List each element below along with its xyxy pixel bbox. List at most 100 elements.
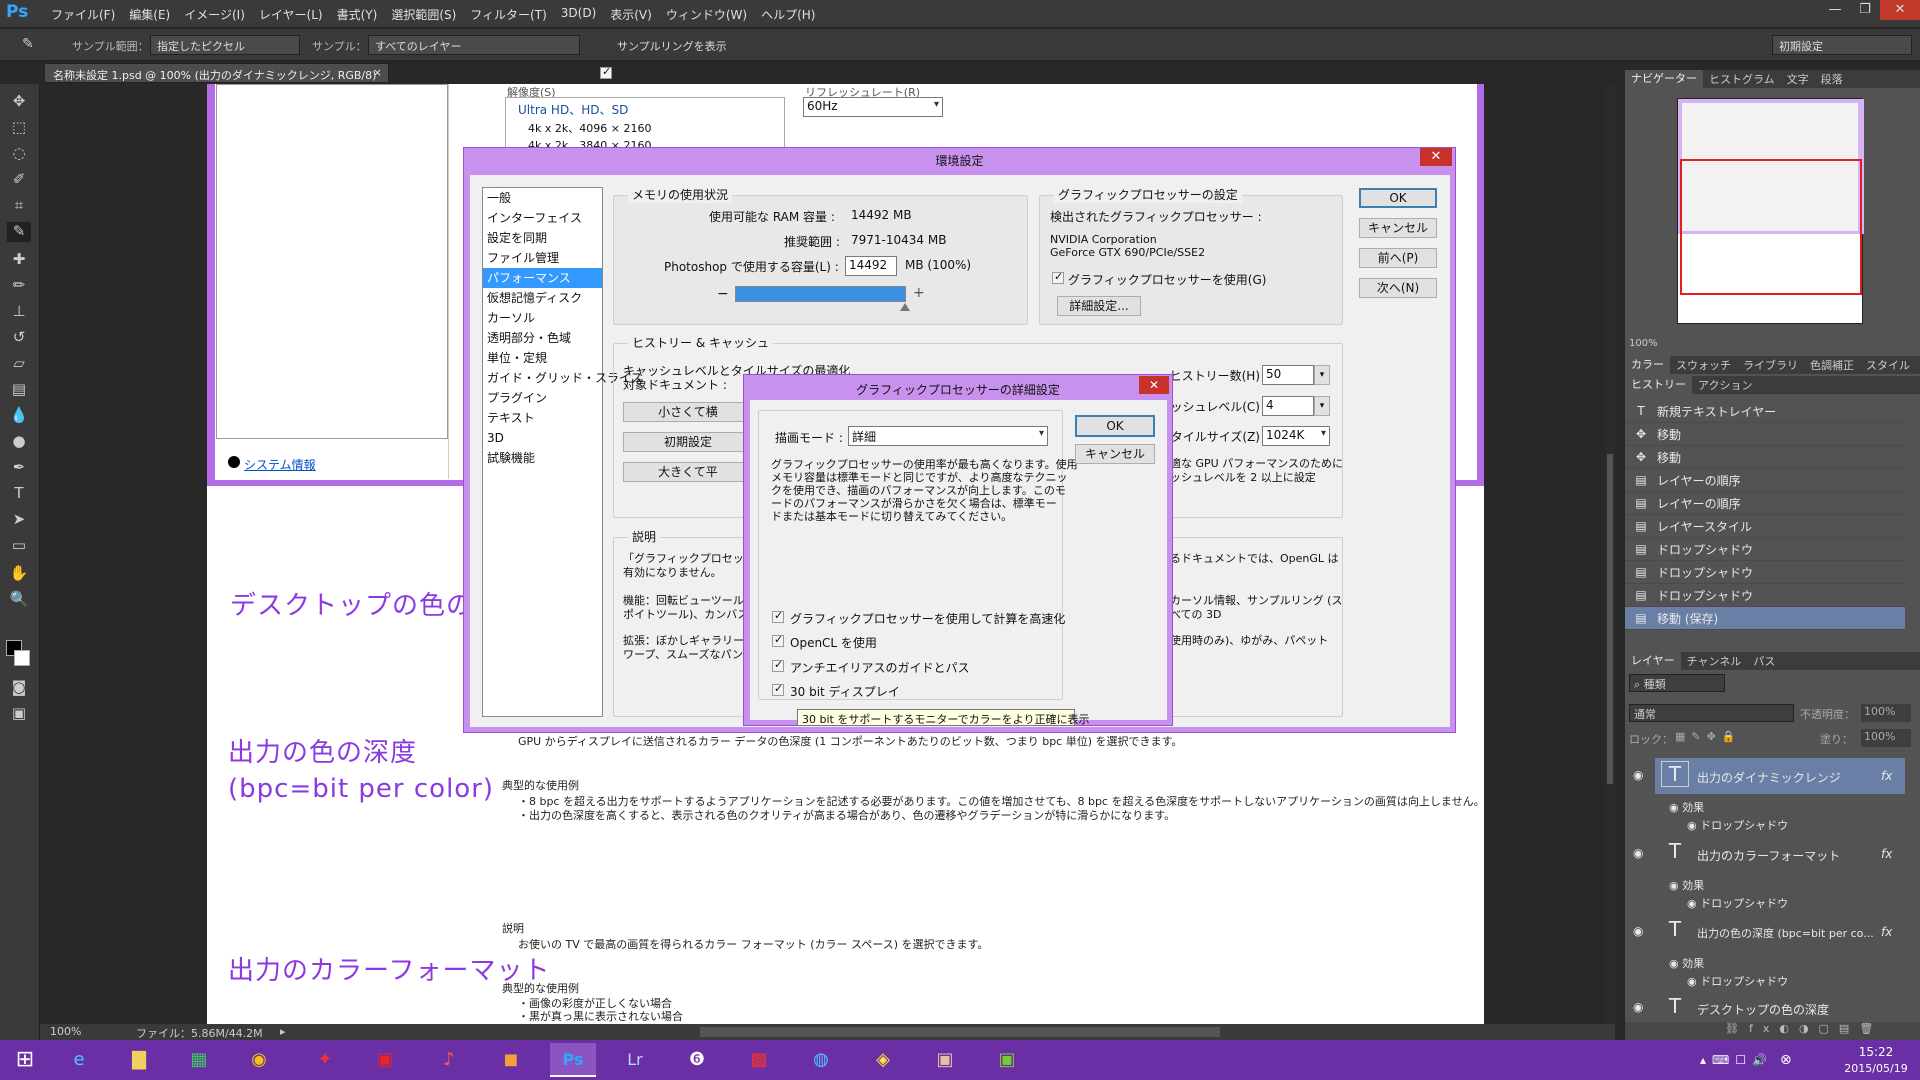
pref-item-3d[interactable]: 3D <box>483 428 602 448</box>
shape-tool-icon[interactable]: ▭ <box>7 536 31 556</box>
tray-icons[interactable]: ▴⌨☐🔊 <box>1700 1053 1773 1067</box>
history-dropdown-icon[interactable]: ▾ <box>1314 365 1330 385</box>
type-tool-icon[interactable]: T <box>7 484 31 504</box>
eraser-tool-icon[interactable]: ▱ <box>7 354 31 374</box>
crop-tool-icon[interactable]: ⌗ <box>7 196 31 216</box>
menu-3d[interactable]: 3D(D) <box>554 6 603 23</box>
layer-name[interactable]: 出力のダイナミックレンジ <box>1697 769 1841 786</box>
opencl-checkbox[interactable] <box>772 633 784 647</box>
pref-item-performance[interactable]: パフォーマンス <box>483 268 602 288</box>
pref-item-scratch[interactable]: 仮想記憶ディスク <box>483 288 602 308</box>
menu-image[interactable]: イメージ(I) <box>177 6 252 23</box>
pref-item-guides[interactable]: ガイド・グリッド・スライス <box>483 368 643 388</box>
eye-icon[interactable]: ◉ <box>1633 924 1643 938</box>
next-button[interactable]: 次へ(N) <box>1359 278 1437 298</box>
menu-window[interactable]: ウィンドウ(W) <box>659 6 754 23</box>
move-tool-icon[interactable]: ✥ <box>7 92 31 112</box>
history-states-input[interactable]: 50 <box>1262 365 1314 385</box>
history-item-selected[interactable]: ▤ 移動 (保存) <box>1625 607 1905 630</box>
refresh-rate-select[interactable]: 60Hz <box>803 97 943 117</box>
layer-actions-bar[interactable]: ⛓fx◐◑▢▤🗑 <box>1625 1022 1920 1040</box>
history-item[interactable]: ✥ 移動 <box>1625 446 1905 469</box>
history-item[interactable]: ▤ レイヤースタイル <box>1625 515 1905 538</box>
quick-select-tool-icon[interactable]: ✐ <box>7 170 31 190</box>
document-tab[interactable]: 名称未設定 1.psd @ 100% (出力のダイナミックレンジ, RGB/8)… <box>44 63 389 83</box>
cache-levels-input[interactable]: 4 <box>1262 396 1314 416</box>
sample-size-select[interactable]: 指定したピクセル <box>150 35 300 55</box>
app-icon[interactable]: ▣ <box>362 1043 408 1077</box>
history-brush-tool-icon[interactable]: ↺ <box>7 328 31 348</box>
quick-mask-icon[interactable]: ◙ <box>7 678 31 698</box>
eyedropper-icon[interactable]: ✎ <box>22 36 34 52</box>
ram-slider[interactable] <box>735 286 906 302</box>
opacity-input[interactable]: 100% <box>1861 704 1911 722</box>
layer-row-selected[interactable]: ◉ T 出力のダイナミックレンジ fx ◉ 効果 ◉ ドロップシャドウ <box>1625 758 1910 834</box>
menu-layer[interactable]: レイヤー(L) <box>252 6 330 23</box>
cancel-button[interactable]: キャンセル <box>1359 218 1437 238</box>
store-icon[interactable]: ▦ <box>176 1043 222 1077</box>
tab-color[interactable]: カラー <box>1625 356 1670 374</box>
eye-icon[interactable]: ◉ <box>1633 846 1643 860</box>
status-arrow-icon[interactable]: ▸ <box>280 1025 286 1038</box>
system-info-link[interactable]: システム情報 <box>244 456 316 473</box>
ok-button[interactable]: OK <box>1359 188 1437 208</box>
tab-paths[interactable]: パス <box>1747 653 1781 669</box>
app-icon[interactable]: ◈ <box>860 1043 906 1077</box>
dodge-tool-icon[interactable]: ● <box>7 432 31 452</box>
pref-item-cursor[interactable]: カーソル <box>483 308 602 328</box>
brush-tool-icon[interactable]: ✏ <box>7 276 31 296</box>
layer-name[interactable]: 出力のカラーフォーマット <box>1697 847 1840 864</box>
cache-default-button[interactable]: 初期設定 <box>623 432 753 452</box>
pref-item-plugins[interactable]: プラグイン <box>483 388 602 408</box>
fx-icon[interactable]: fx <box>1881 925 1892 939</box>
accelerate-compute-checkbox[interactable] <box>772 609 784 623</box>
history-item[interactable]: ▤ ドロップシャドウ <box>1625 561 1905 584</box>
zoom-level[interactable]: 100% <box>50 1025 81 1038</box>
cache-big-button[interactable]: 大きくて平 <box>623 462 753 482</box>
app-icon[interactable]: ✦ <box>302 1043 348 1077</box>
resolution-listbox[interactable]: Ultra HD、HD、SD 4k x 2k、4096 × 2160 4k x … <box>505 97 785 152</box>
windows-start-icon[interactable]: ⊞ <box>2 1043 48 1077</box>
layer-row[interactable]: ◉ T デスクトップの色の深度 <box>1625 992 1910 1022</box>
lock-icons[interactable]: ▦✎✥🔒 <box>1675 730 1742 743</box>
chrome-icon[interactable]: ◉ <box>236 1043 282 1077</box>
marquee-tool-icon[interactable]: ⬚ <box>7 118 31 138</box>
tab-channels[interactable]: チャンネル <box>1681 653 1748 669</box>
canvas-scrollbar-v[interactable] <box>1605 84 1615 1024</box>
pref-item-file[interactable]: ファイル管理 <box>483 248 602 268</box>
minimize-button[interactable]: — <box>1820 0 1850 20</box>
navigator-thumbnail[interactable] <box>1677 98 1864 324</box>
pref-item-interface[interactable]: インターフェイス <box>483 208 602 228</box>
explorer-icon[interactable]: ▇ <box>116 1043 162 1077</box>
screen-mode-icon[interactable]: ▣ <box>7 704 31 724</box>
close-icon[interactable]: ✕ <box>1420 148 1452 166</box>
prev-button[interactable]: 前へ(P) <box>1359 248 1437 268</box>
ie-icon[interactable]: e <box>56 1043 102 1077</box>
navigator-zoom[interactable]: 100% <box>1629 338 1658 349</box>
layer-name[interactable]: デスクトップの色の深度 <box>1697 1001 1829 1018</box>
close-icon[interactable]: ✕ <box>1139 376 1169 394</box>
tab-actions[interactable]: アクション <box>1692 377 1758 393</box>
cache-tall-button[interactable]: 小さくて横 <box>623 402 753 422</box>
tab-navigator[interactable]: ナビゲーター <box>1625 70 1703 88</box>
use-gpu-checkbox[interactable] <box>1052 270 1064 284</box>
pref-item-text[interactable]: テキスト <box>483 408 602 428</box>
gradient-tool-icon[interactable]: ▤ <box>7 380 31 400</box>
tab-libraries[interactable]: ライブラリ <box>1737 357 1804 373</box>
minus-icon[interactable]: − <box>717 286 729 302</box>
tab-paragraph[interactable]: 段落 <box>1815 71 1849 87</box>
cache-dropdown-icon[interactable]: ▾ <box>1314 396 1330 416</box>
gpu-ok-button[interactable]: OK <box>1075 415 1155 437</box>
layer-filter-select[interactable]: ⌕ 種類 <box>1629 674 1725 692</box>
menu-view[interactable]: 表示(V) <box>603 6 659 23</box>
camera-app-icon[interactable]: ◼ <box>488 1043 534 1077</box>
history-item[interactable]: T 新規テキストレイヤー <box>1625 400 1905 423</box>
stamp-tool-icon[interactable]: ⊥ <box>7 302 31 322</box>
plus-icon[interactable]: + <box>913 285 925 301</box>
pref-item-sync[interactable]: 設定を同期 <box>483 228 602 248</box>
gpu-cancel-button[interactable]: キャンセル <box>1075 444 1155 464</box>
30bit-checkbox[interactable] <box>772 682 784 696</box>
eye-icon[interactable]: ◉ <box>1633 768 1643 782</box>
draw-mode-select[interactable]: 詳細 <box>848 426 1048 446</box>
menu-filter[interactable]: フィルター(T) <box>463 6 553 23</box>
